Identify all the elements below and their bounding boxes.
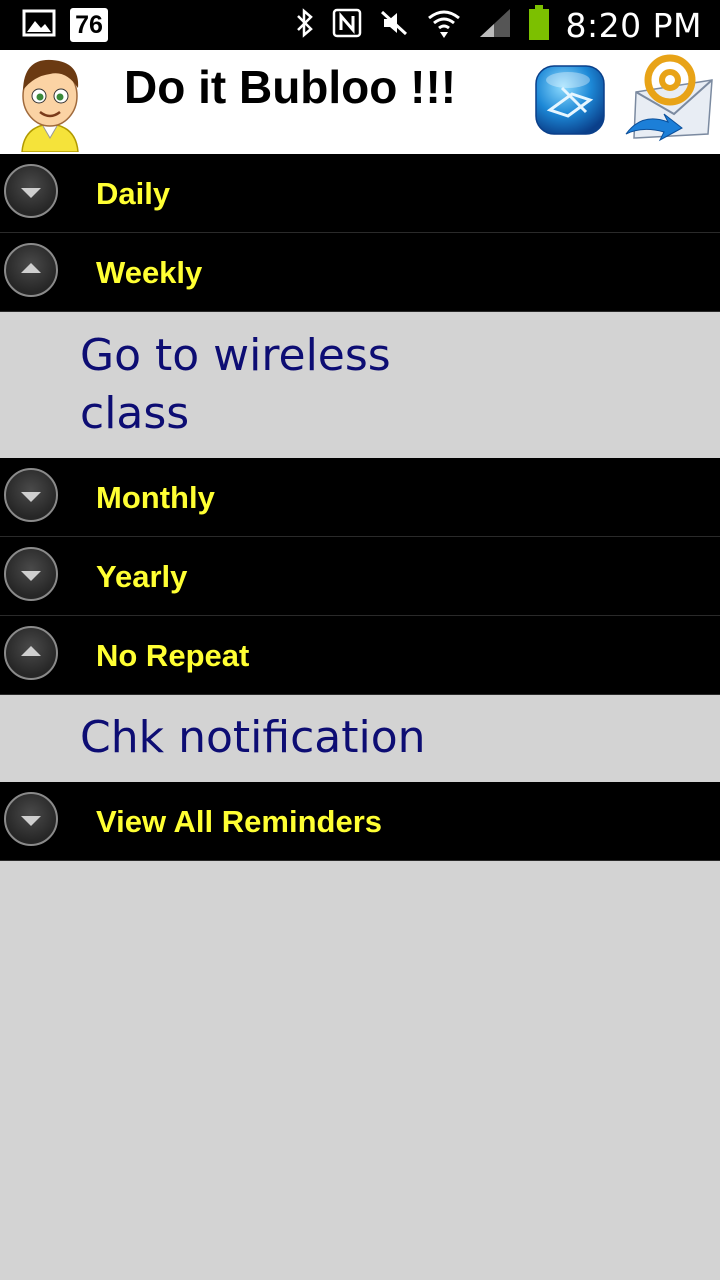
wifi-icon: [426, 6, 462, 44]
reminder-text: Go to wireless class: [80, 330, 391, 439]
reminder-text: Chk notification: [80, 712, 426, 763]
signal-icon: [478, 7, 512, 43]
mute-icon: [378, 8, 410, 42]
status-bar: 76 8:20 PM: [0, 0, 720, 50]
app-header: Do it Bubloo !!!: [0, 50, 720, 154]
category-no-repeat[interactable]: No Repeat: [0, 616, 720, 695]
expand-down-icon[interactable]: [4, 792, 58, 846]
bluetooth-icon: [294, 7, 316, 43]
reminder-list: Daily Weekly Go to wireless class Monthl…: [0, 154, 720, 861]
category-weekly[interactable]: Weekly: [0, 233, 720, 312]
clock: 8:20 PM: [565, 5, 702, 45]
expand-down-icon[interactable]: [4, 468, 58, 522]
collapse-up-icon[interactable]: [4, 626, 58, 680]
category-label: View All Reminders: [96, 804, 382, 839]
category-label: Daily: [96, 176, 171, 211]
reminder-item[interactable]: Go to wireless class: [0, 312, 720, 458]
notification-count-badge: 76: [70, 8, 108, 42]
category-label: Monthly: [96, 480, 215, 515]
reminder-item[interactable]: Chk notification: [0, 695, 720, 782]
email-icon[interactable]: [624, 52, 716, 148]
category-label: Weekly: [96, 255, 203, 290]
edit-note-icon[interactable]: [532, 60, 608, 140]
collapse-up-icon[interactable]: [4, 243, 58, 297]
status-bar-left: 76: [22, 8, 108, 42]
category-label: No Repeat: [96, 638, 250, 673]
expand-down-icon[interactable]: [4, 164, 58, 218]
expand-down-icon[interactable]: [4, 547, 58, 601]
category-label: Yearly: [96, 559, 188, 594]
category-yearly[interactable]: Yearly: [0, 537, 720, 616]
view-all-reminders[interactable]: View All Reminders: [0, 782, 720, 861]
app-title: Do it Bubloo !!!: [124, 61, 457, 113]
status-bar-right: 8:20 PM: [294, 4, 702, 46]
category-monthly[interactable]: Monthly: [0, 458, 720, 537]
battery-icon: [528, 5, 550, 45]
category-daily[interactable]: Daily: [0, 154, 720, 233]
nfc-icon: [332, 8, 362, 42]
gallery-icon: [22, 8, 56, 42]
boy-avatar: [10, 52, 90, 153]
